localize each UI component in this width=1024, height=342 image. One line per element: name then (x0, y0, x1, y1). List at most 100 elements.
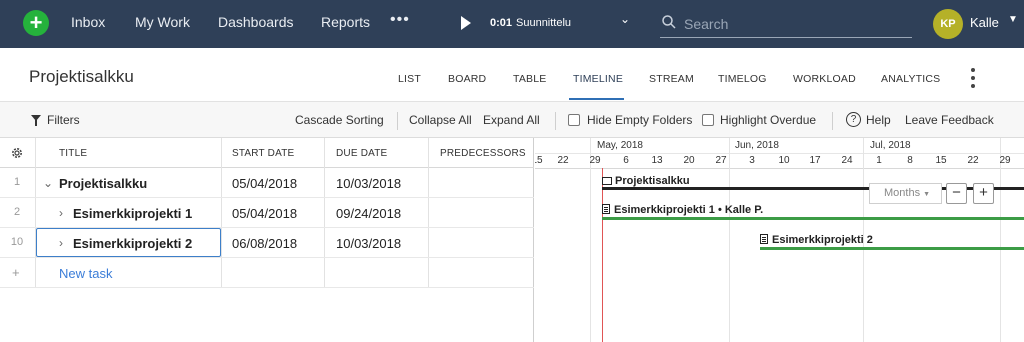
expand-all-button[interactable]: Expand All (483, 113, 540, 127)
new-task-row[interactable]: + New task (0, 258, 534, 288)
filters-button[interactable]: Filters (47, 113, 80, 127)
start-date[interactable]: 05/04/2018 (232, 206, 297, 221)
day-label: 15 (535, 155, 543, 166)
active-tab-indicator (569, 98, 624, 100)
chevron-right-icon[interactable]: › (59, 236, 63, 250)
more-options-icon[interactable] (971, 68, 975, 92)
filter-icon[interactable] (31, 115, 41, 126)
project-icon (602, 204, 610, 214)
divider (397, 112, 398, 130)
highlight-overdue-checkbox[interactable] (702, 114, 714, 126)
month-label: Jun, 2018 (735, 140, 779, 151)
avatar[interactable]: KP (933, 9, 963, 39)
user-name[interactable]: Kalle (970, 15, 999, 30)
day-label: 29 (589, 155, 601, 166)
toolbar: Filters Cascade Sorting Collapse All Exp… (0, 102, 1024, 138)
search-input[interactable] (684, 14, 904, 34)
hide-empty-folders-label[interactable]: Hide Empty Folders (587, 113, 692, 127)
help-button[interactable]: Help (866, 113, 891, 127)
day-label: 27 (715, 155, 727, 166)
add-new-button[interactable]: + (23, 10, 49, 36)
tab-table[interactable]: TABLE (513, 73, 546, 85)
divider (729, 138, 730, 342)
timeline-bar-label: Esimerkkiprojekti 2 (760, 234, 873, 246)
leave-feedback-button[interactable]: Leave Feedback (905, 113, 994, 127)
day-label: 6 (623, 155, 629, 166)
tab-workload[interactable]: WORKLOAD (793, 73, 856, 85)
zoom-out-button[interactable]: − (946, 183, 967, 204)
due-date[interactable]: 09/24/2018 (336, 206, 401, 221)
new-task-link[interactable]: New task (59, 266, 112, 281)
table-row[interactable]: 1 ⌄ Projektisalkku 05/04/2018 10/03/2018 (0, 168, 534, 198)
nav-my-work[interactable]: My Work (135, 14, 190, 30)
nav-dashboards[interactable]: Dashboards (218, 14, 294, 30)
month-label: May, 2018 (597, 140, 643, 151)
page-title: Projektisalkku (29, 67, 134, 86)
timeline-bar-label: Esimerkkiprojekti 1 • Kalle P. (602, 204, 763, 216)
start-date[interactable]: 06/08/2018 (232, 236, 297, 251)
timeline-bar[interactable] (602, 217, 1024, 220)
more-nav-icon[interactable]: ••• (390, 11, 410, 29)
timeline-bar-label: Projektisalkku (602, 175, 690, 187)
zoom-in-button[interactable]: + (973, 183, 994, 204)
column-header-start-date[interactable]: START DATE (232, 148, 294, 159)
chevron-down-icon: ▼ (923, 191, 931, 198)
cascade-sorting-button[interactable]: Cascade Sorting (295, 113, 384, 127)
start-date[interactable]: 05/04/2018 (232, 176, 297, 191)
task-title[interactable]: Esimerkkiprojekti 2 (73, 236, 192, 251)
row-number: 10 (10, 236, 24, 248)
folder-icon (602, 177, 612, 185)
nav-inbox[interactable]: Inbox (71, 14, 105, 30)
divider (1000, 138, 1001, 342)
column-header-predecessors[interactable]: PREDECESSORS (440, 148, 526, 159)
plus-icon[interactable]: + (12, 265, 20, 280)
tab-stream[interactable]: STREAM (649, 73, 694, 85)
column-header-due-date[interactable]: DUE DATE (336, 148, 387, 159)
task-title[interactable]: Esimerkkiprojekti 1 (73, 206, 192, 221)
tab-timeline[interactable]: TIMELINE (573, 73, 623, 85)
due-date[interactable]: 10/03/2018 (336, 176, 401, 191)
tab-list[interactable]: LIST (398, 73, 421, 85)
timeline-bar[interactable] (760, 247, 1024, 250)
highlight-overdue-label[interactable]: Highlight Overdue (720, 113, 816, 127)
nav-reports[interactable]: Reports (321, 14, 370, 30)
tab-timelog[interactable]: TIMELOG (718, 73, 767, 85)
divider (555, 112, 556, 130)
tab-board[interactable]: BOARD (448, 73, 486, 85)
timer-value: 0:01 (490, 17, 513, 29)
task-table: TITLE START DATE DUE DATE PREDECESSORS 1… (0, 138, 534, 342)
hide-empty-folders-checkbox[interactable] (568, 114, 580, 126)
day-label: 15 (935, 155, 947, 166)
collapse-all-button[interactable]: Collapse All (409, 113, 472, 127)
day-label: 17 (809, 155, 821, 166)
day-label: 13 (651, 155, 663, 166)
column-header-title[interactable]: TITLE (59, 148, 87, 159)
gear-icon[interactable] (10, 146, 24, 160)
help-icon[interactable]: ? (846, 112, 861, 127)
tab-analytics[interactable]: ANALYTICS (881, 73, 940, 85)
due-date[interactable]: 10/03/2018 (336, 236, 401, 251)
day-label: 22 (557, 155, 569, 166)
play-timer-icon[interactable] (461, 16, 471, 30)
search-icon (662, 15, 676, 29)
day-label: 1 (876, 155, 882, 166)
day-label: 8 (907, 155, 913, 166)
timescale-select[interactable]: Months ▼ (869, 183, 942, 204)
day-label: 10 (778, 155, 790, 166)
day-label: 29 (999, 155, 1011, 166)
top-navigation-bar: + Inbox My Work Dashboards Reports ••• 0… (0, 0, 1024, 48)
table-row[interactable]: 2 › Esimerkkiprojekti 1 05/04/2018 09/24… (0, 198, 534, 228)
row-number: 2 (13, 206, 21, 218)
timer-project[interactable]: Suunnittelu (516, 17, 571, 29)
divider (535, 168, 1024, 169)
chevron-right-icon[interactable]: › (59, 206, 63, 220)
today-marker (602, 168, 603, 342)
table-row[interactable]: 10 › Esimerkkiprojekti 2 06/08/2018 10/0… (0, 228, 534, 258)
divider (535, 153, 1024, 154)
task-title[interactable]: Projektisalkku (59, 176, 147, 191)
day-label: 20 (683, 155, 695, 166)
chevron-down-icon[interactable]: ⌄ (43, 176, 53, 190)
day-label: 22 (967, 155, 979, 166)
chevron-down-icon[interactable]: ⌄ (620, 12, 630, 26)
chevron-down-icon[interactable]: ▼ (1008, 14, 1018, 25)
